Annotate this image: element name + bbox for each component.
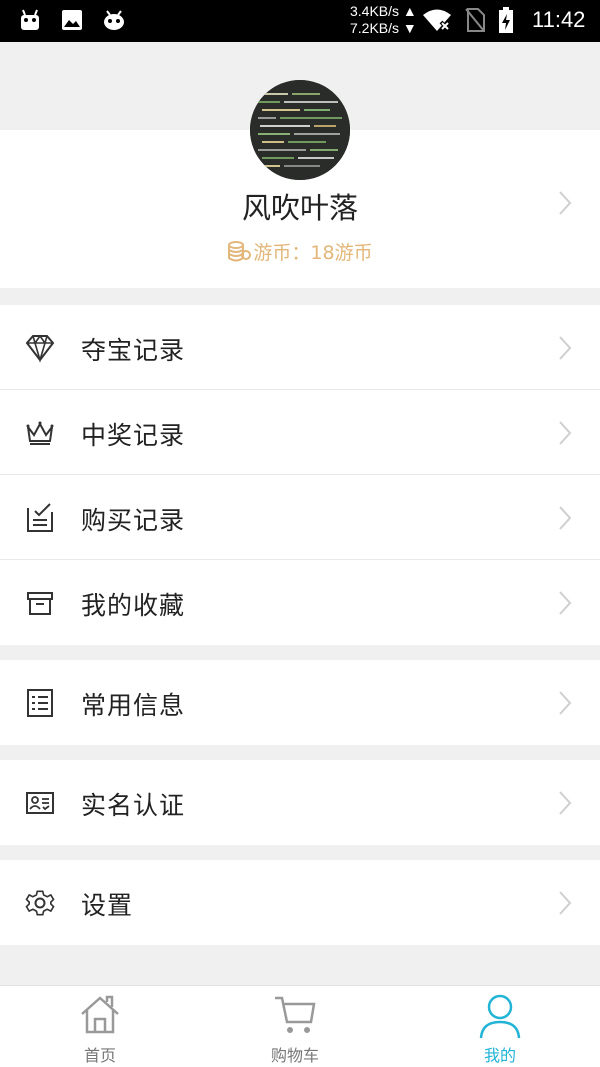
menu-item-label: 设置 (81, 891, 134, 920)
tab-label: 首页 (83, 1046, 116, 1065)
coin-text: 游币：18游币 (253, 242, 373, 264)
id-card-icon (26, 792, 54, 814)
chevron-right-icon (559, 591, 572, 615)
chevron-right-icon (559, 421, 572, 445)
settings-group: 设置 (0, 860, 600, 945)
network-speed: 3.4KB/s ▲ 7.2KB/s ▼ (350, 3, 417, 36)
chevron-right-icon (559, 191, 572, 215)
menu-item-common-info[interactable]: 常用信息 (0, 660, 600, 745)
menu-item-prize-records[interactable]: 中奖记录 (0, 390, 600, 475)
records-group: 夺宝记录 中奖记录 购买记录 我的收藏 (0, 305, 600, 645)
menu-item-real-name-verification[interactable]: 实名认证 (0, 760, 600, 845)
menu-item-snatch-records[interactable]: 夺宝记录 (0, 305, 600, 390)
coin-balance: 游币：18游币 (0, 238, 600, 265)
menu-item-favorites[interactable]: 我的收藏 (0, 560, 600, 645)
menu-item-label: 我的收藏 (81, 591, 186, 620)
verification-group: 实名认证 (0, 760, 600, 845)
info-group: 常用信息 (0, 660, 600, 745)
crown-icon (26, 421, 54, 445)
tab-label: 购物车 (270, 1046, 319, 1065)
chevron-right-icon (559, 506, 572, 530)
cart-icon (275, 996, 316, 1033)
menu-item-label: 常用信息 (81, 691, 186, 720)
menu-item-label: 中奖记录 (81, 421, 186, 450)
gallery-icon (62, 10, 82, 30)
user-icon (479, 994, 521, 1039)
diamond-icon (25, 334, 55, 363)
tab-home[interactable]: 首页 (0, 986, 200, 1067)
menu-item-label: 实名认证 (81, 791, 186, 820)
menu-item-label: 购买记录 (81, 506, 186, 535)
battery-charging-icon (499, 7, 513, 33)
menu-item-settings[interactable]: 设置 (0, 860, 600, 945)
android-icon (21, 9, 39, 30)
home-icon (81, 995, 119, 1034)
list-icon (27, 689, 53, 717)
chevron-right-icon (559, 336, 572, 360)
archive-box-icon (27, 592, 53, 615)
gear-icon (25, 890, 55, 916)
menu-item-label: 夺宝记录 (81, 336, 186, 365)
clock: 11:42 (532, 7, 586, 32)
android-icon (104, 10, 124, 30)
menu-item-purchase-records[interactable]: 购买记录 (0, 475, 600, 560)
chevron-right-icon (559, 891, 572, 915)
tab-cart[interactable]: 购物车 (195, 986, 395, 1067)
no-sim-icon (465, 8, 485, 32)
tab-mine[interactable]: 我的 (400, 986, 600, 1067)
avatar[interactable] (250, 80, 350, 180)
chevron-right-icon (559, 691, 572, 715)
bottom-navigation: 首页 购物车 我的 (0, 985, 600, 1067)
coin-stack-icon (228, 240, 252, 261)
chevron-right-icon (559, 791, 572, 815)
wifi-off-icon (423, 9, 451, 32)
checklist-icon (27, 503, 53, 532)
status-bar: 3.4KB/s ▲ 7.2KB/s ▼ 11:42 (0, 0, 600, 42)
username: 风吹叶落 (241, 191, 358, 225)
tab-label: 我的 (483, 1046, 516, 1065)
